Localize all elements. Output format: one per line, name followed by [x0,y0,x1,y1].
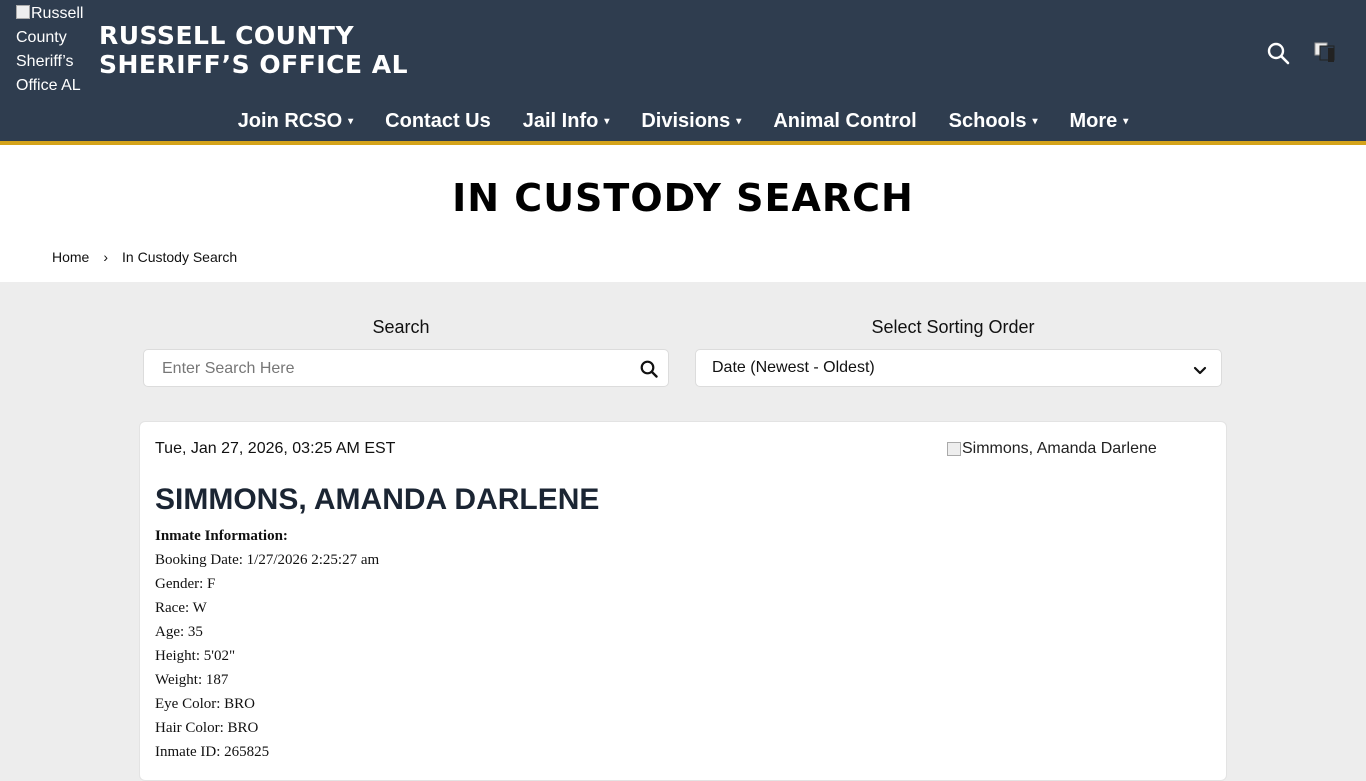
sort-order-select[interactable]: Date (Newest - Oldest) [695,349,1222,387]
nav-more[interactable]: More ▾ [1053,106,1144,136]
chevron-down-icon [1193,363,1207,375]
search-submit-icon[interactable] [640,360,658,378]
info-age: Age: 35 [155,624,203,640]
inmate-info: Inmate Information: Booking Date: 1/27/2… [155,524,379,764]
page-title: IN CUSTODY SEARCH [452,176,914,220]
nav-animal-control[interactable]: Animal Control [757,106,932,136]
caret-down-icon: ▾ [736,116,742,127]
nav-label: More [1069,110,1118,132]
nav-label: Schools [948,110,1027,132]
breadcrumb-separator-icon: › [103,249,109,265]
site-brand[interactable]: RUSSELL COUNTY SHERIFF’S OFFICE AL [99,21,408,79]
photo-alt-text: Simmons, Amanda Darlene [962,440,1157,457]
search-input[interactable] [160,350,624,388]
nav-jail-info[interactable]: Jail Info ▾ [507,106,626,136]
info-gender: Gender: F [155,576,216,592]
nav-label: Contact Us [385,110,491,132]
info-race: Race: W [155,600,207,616]
caret-down-icon: ▾ [604,116,610,127]
search-field [143,349,669,388]
brand-line-1: RUSSELL COUNTY [99,21,355,50]
info-inmate-id: Inmate ID: 265825 [155,744,270,760]
nav-label: Divisions [641,110,731,132]
booking-datetime: Tue, Jan 27, 2026, 03:25 AM EST [155,440,396,457]
sort-label: Select Sorting Order [871,317,1035,337]
caret-down-icon: ▾ [1123,116,1129,127]
breadcrumb-home-link[interactable]: Home [52,249,89,265]
nav-contact-us[interactable]: Contact Us [369,106,507,136]
inmate-photo: Simmons, Amanda Darlene [947,440,1157,458]
caret-down-icon: ▾ [1032,116,1038,127]
nav-join-rcso[interactable]: Join RCSO ▾ [222,106,369,136]
broken-image-icon [947,442,961,456]
info-height: Height: 5'02" [155,648,236,664]
info-booking-date: Booking Date: 1/27/2026 2:25:27 am [155,552,380,568]
main-nav: Join RCSO ▾ Contact Us Jail Info ▾ Divisio… [0,106,1366,136]
info-hair-color: Hair Color: BRO [155,720,259,736]
info-eye-color: Eye Color: BRO [155,696,255,712]
sort-selected-value: Date (Newest - Oldest) [712,359,875,376]
info-weight: Weight: 187 [155,672,229,688]
nav-divisions[interactable]: Divisions ▾ [625,106,757,136]
language-flag-icon[interactable] [1314,42,1338,64]
nav-schools[interactable]: Schools ▾ [933,106,1054,136]
broken-image-icon [16,5,30,19]
nav-label: Join RCSO [237,110,343,132]
inmate-name: SIMMONS, AMANDA DARLENE [155,483,600,516]
caret-down-icon: ▾ [348,116,354,127]
search-label: Search [372,317,430,337]
brand-line-2: SHERIFF’S OFFICE AL [99,50,408,79]
nav-label: Animal Control [773,110,917,132]
breadcrumb-current: In Custody Search [122,249,238,265]
nav-label: Jail Info [522,110,599,132]
breadcrumb: Home › In Custody Search [52,249,237,265]
search-icon[interactable] [1266,41,1290,65]
inmate-info-heading: Inmate Information: [155,528,288,544]
site-logo[interactable]: Russell County Sheriff’s Office AL [16,2,92,98]
